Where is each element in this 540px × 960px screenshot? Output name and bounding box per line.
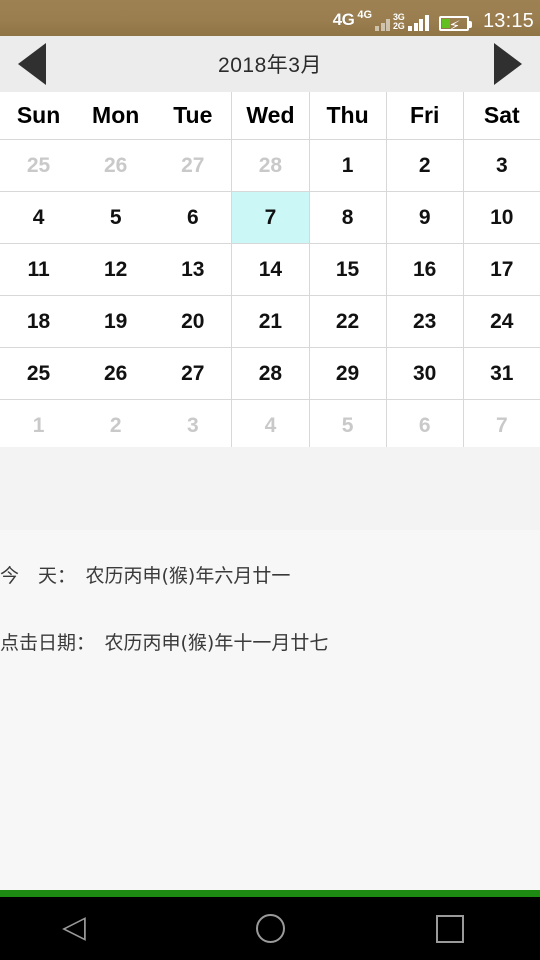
- next-month-button[interactable]: [476, 36, 540, 92]
- calendar-day-cell[interactable]: 15: [308, 243, 386, 295]
- calendar-day-cell[interactable]: 10: [462, 191, 540, 243]
- weekday-header-tue: Tue: [154, 92, 232, 139]
- calendar-day-cell[interactable]: 21: [231, 295, 309, 347]
- calendar-week-row: 25 26 27 28 1 2 3: [0, 139, 540, 191]
- calendar-day-cell[interactable]: 28: [231, 347, 309, 399]
- status-clock: 13:15: [482, 9, 534, 32]
- calendar-day-cell[interactable]: 14: [231, 243, 309, 295]
- calendar-day-cell[interactable]: 6: [385, 399, 463, 451]
- calendar-day-cell[interactable]: 7: [462, 399, 540, 451]
- network-2g-label: 2G: [393, 20, 405, 31]
- day-rows: 25 26 27 28 1 2 3 4 5 6 7 8 9 10 11 12 13 14 15 16 17 18 19 20 2…: [0, 139, 540, 451]
- calendar-day-cell[interactable]: 27: [154, 347, 232, 399]
- calendar-day-cell[interactable]: 8: [308, 191, 386, 243]
- calendar-day-cell[interactable]: 29: [308, 347, 386, 399]
- calendar-week-row: 25 26 27 28 29 30 31: [0, 347, 540, 399]
- nav-back-button[interactable]: [30, 897, 150, 960]
- network-3g-2g-labels: 3G 2G: [393, 12, 405, 31]
- calendar-day-cell[interactable]: 30: [385, 347, 463, 399]
- android-nav-bar: [0, 897, 540, 960]
- calendar-day-cell[interactable]: 22: [308, 295, 386, 347]
- calendar-day-cell[interactable]: 16: [385, 243, 463, 295]
- status-bar: 4G 4G 3G 2G ⚡ 13:15: [0, 0, 540, 36]
- calendar-day-cell[interactable]: 2: [385, 139, 463, 191]
- calendar-grid: Sun Mon Tue Wed Thu Fri Sat 25 26 27 28 1 2 3 4 5 6 7 8 9 1…: [0, 92, 540, 451]
- calendar-day-cell-selected[interactable]: 7: [231, 191, 309, 243]
- calendar-week-row: 4 5 6 7 8 9 10: [0, 191, 540, 243]
- today-lunar-text: 今 天： 农历丙申(猴)年六月廿一: [0, 565, 291, 587]
- clicked-date-lunar-text: 点击日期： 农历丙申(猴)年十一月廿七: [0, 632, 329, 654]
- calendar-day-cell[interactable]: 4: [0, 191, 78, 243]
- calendar-day-cell[interactable]: 23: [385, 295, 463, 347]
- calendar-day-cell[interactable]: 4: [231, 399, 309, 451]
- calendar-day-cell[interactable]: 28: [231, 139, 309, 191]
- calendar-day-cell[interactable]: 25: [0, 139, 78, 191]
- nav-recents-button[interactable]: [390, 897, 510, 960]
- weekday-header-row: Sun Mon Tue Wed Thu Fri Sat: [0, 92, 540, 139]
- weekday-header-mon: Mon: [77, 92, 155, 139]
- calendar-day-cell[interactable]: 26: [77, 139, 155, 191]
- back-triangle-icon: [62, 912, 101, 943]
- calendar-day-cell[interactable]: 27: [154, 139, 232, 191]
- recents-square-icon: [436, 914, 464, 943]
- calendar-day-cell[interactable]: 18: [0, 295, 78, 347]
- status-icons: 4G 4G 3G 2G ⚡ 13:15: [333, 3, 534, 34]
- calendar-day-cell[interactable]: 26: [77, 347, 155, 399]
- calendar-week-row: 1234567: [0, 399, 540, 451]
- weekday-header-fri: Fri: [385, 92, 463, 139]
- calendar-day-cell[interactable]: 5: [308, 399, 386, 451]
- month-title: 2018年3月: [218, 54, 322, 77]
- calendar-day-cell[interactable]: 25: [0, 347, 78, 399]
- weekday-header-sat: Sat: [462, 92, 540, 139]
- nav-home-button[interactable]: [210, 897, 330, 960]
- calendar-day-cell[interactable]: 19: [77, 295, 155, 347]
- calendar-day-cell[interactable]: 3: [154, 399, 232, 451]
- accent-divider: [0, 890, 540, 897]
- weekday-header-sun: Sun: [0, 92, 78, 139]
- calendar-day-cell[interactable]: 13: [154, 243, 232, 295]
- calendar-day-cell[interactable]: 1: [0, 399, 78, 451]
- calendar-day-cell[interactable]: 24: [462, 295, 540, 347]
- signal-bars-icon-2: [408, 14, 429, 31]
- network-4g-secondary-label: 4G: [357, 8, 373, 21]
- calendar-day-cell[interactable]: 12: [77, 243, 155, 295]
- battery-charging-icon: ⚡: [438, 15, 472, 33]
- weekday-header-thu: Thu: [308, 92, 386, 139]
- weekday-header-wed: Wed: [231, 92, 309, 139]
- calendar-day-cell[interactable]: 9: [385, 191, 463, 243]
- calendar-week-row: 18 19 20 21 22 23 24: [0, 295, 540, 347]
- signal-bars-icon-1: [375, 14, 391, 31]
- calendar-day-cell[interactable]: 5: [77, 191, 155, 243]
- calendar-day-cell[interactable]: 31: [462, 347, 540, 399]
- home-circle-icon: [255, 914, 285, 943]
- calendar-day-cell[interactable]: 11: [0, 243, 78, 295]
- network-4g-label: 4G: [332, 9, 355, 29]
- calendar-day-cell[interactable]: 17: [462, 243, 540, 295]
- calendar-day-cell[interactable]: 3: [462, 139, 540, 191]
- calendar-week-row: 11 12 13 14 15 16 17: [0, 243, 540, 295]
- calendar-day-cell[interactable]: 1: [308, 139, 386, 191]
- month-header: 2018年3月: [0, 36, 540, 92]
- calendar-day-cell[interactable]: 2: [77, 399, 155, 451]
- info-panel: 今 天： 农历丙申(猴)年六月廿一 点击日期： 农历丙申(猴)年十一月廿七: [0, 447, 540, 890]
- calendar-day-cell[interactable]: 20: [154, 295, 232, 347]
- calendar-day-cell[interactable]: 6: [154, 191, 232, 243]
- chevron-left-icon: [18, 43, 46, 85]
- chevron-right-icon: [494, 43, 522, 85]
- prev-month-button[interactable]: [0, 36, 64, 92]
